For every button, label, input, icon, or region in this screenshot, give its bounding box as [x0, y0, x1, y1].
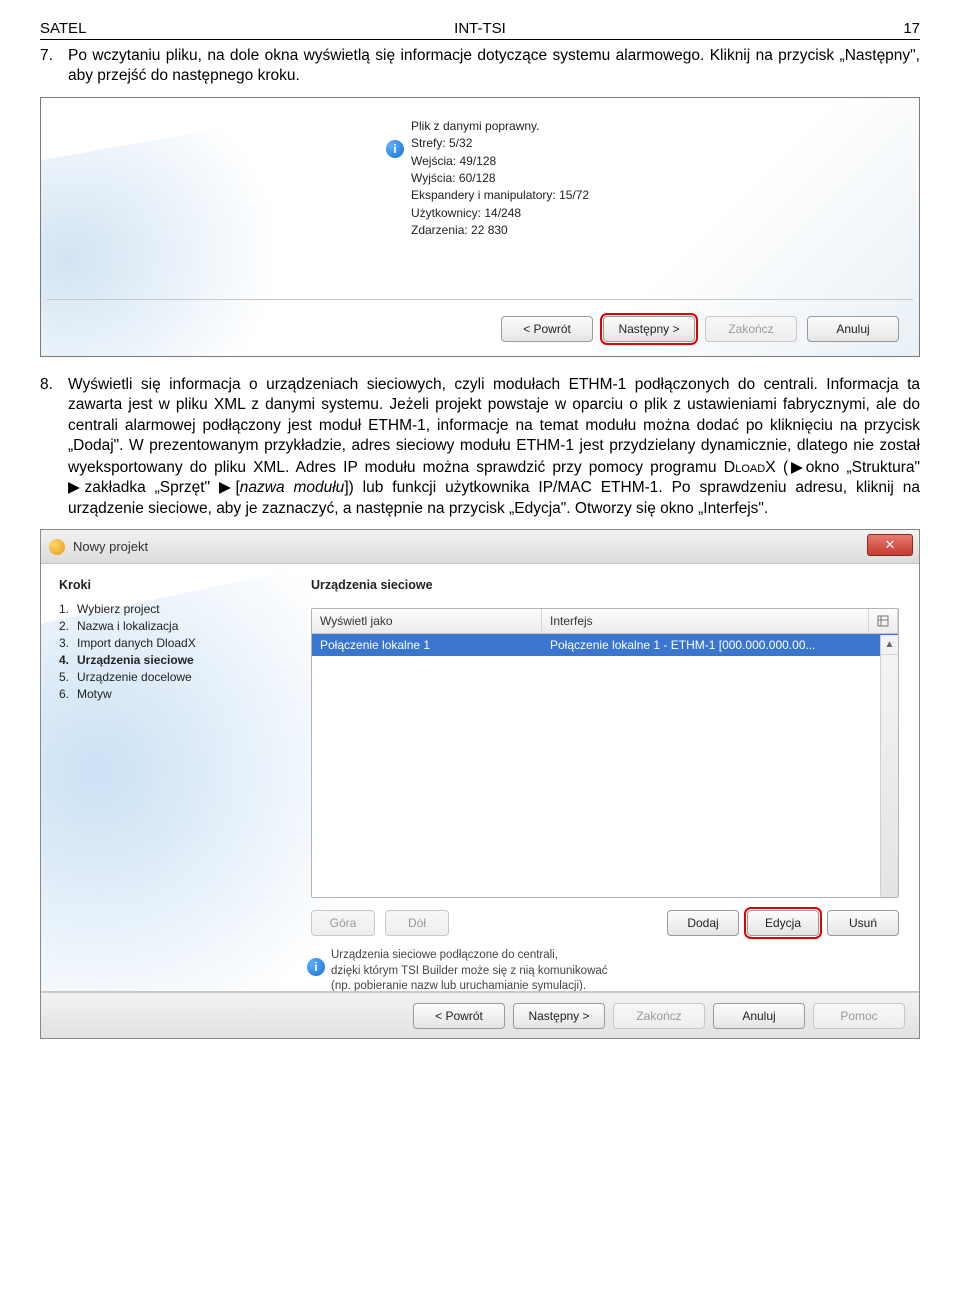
- next-button[interactable]: Następny >: [603, 316, 695, 342]
- cell-interface: Połączenie lokalne 1 - ETHM-1 [000.000.0…: [542, 634, 898, 656]
- list-number: 8.: [40, 375, 68, 519]
- column-interface[interactable]: Interfejs: [542, 609, 869, 633]
- grid-options-icon[interactable]: [869, 609, 898, 633]
- italic-placeholder: nazwa modułu: [240, 479, 345, 496]
- network-devices-grid: Wyświetl jako Interfejs Połączenie lokal…: [311, 608, 899, 898]
- info-line: Plik z danymi poprawny.: [411, 118, 589, 135]
- finish-button[interactable]: Zakończ: [613, 1003, 705, 1029]
- wizard-step[interactable]: 1.Wybierz project: [59, 602, 196, 616]
- back-button[interactable]: < Powrót: [413, 1003, 505, 1029]
- list-item-8: 8. Wyświetli się informacja o urządzenia…: [40, 375, 920, 519]
- list-text: Wyświetli się informacja o urządzeniach …: [68, 375, 920, 519]
- scrollbar[interactable]: ▲: [880, 635, 898, 897]
- add-button[interactable]: Dodaj: [667, 910, 739, 936]
- list-number: 7.: [40, 46, 68, 87]
- close-button[interactable]: ✕: [867, 534, 913, 556]
- up-button[interactable]: Góra: [311, 910, 375, 936]
- cancel-button[interactable]: Anuluj: [713, 1003, 805, 1029]
- list-item-7: 7. Po wczytaniu pliku, na dole okna wyśw…: [40, 46, 920, 87]
- list-text: Po wczytaniu pliku, na dole okna wyświet…: [68, 46, 920, 87]
- column-display-as[interactable]: Wyświetl jako: [312, 609, 542, 633]
- screenshot-new-project-wizard: Nowy projekt ✕ Kroki 1.Wybierz project 2…: [40, 529, 920, 1039]
- wizard-step[interactable]: 2.Nazwa i lokalizacja: [59, 619, 196, 633]
- window-title: Nowy projekt: [73, 539, 148, 554]
- back-button[interactable]: < Powrót: [501, 316, 593, 342]
- wizard-footer: < Powrót Następny > Zakończ Anuluj Pomoc: [41, 992, 919, 1038]
- wizard-step[interactable]: 5.Urządzenie docelowe: [59, 670, 196, 684]
- wizard-step[interactable]: 6.Motyw: [59, 687, 196, 701]
- dloadx-name: DloadX: [724, 459, 776, 476]
- info-line: Wejścia: 49/128: [411, 153, 589, 170]
- panel-title: Urządzenia sieciowe: [311, 578, 433, 592]
- separator: [47, 299, 913, 300]
- down-button[interactable]: Dół: [385, 910, 449, 936]
- gear-icon: [49, 539, 65, 555]
- header-center: INT-TSI: [40, 20, 920, 37]
- info-line: Wyjścia: 60/128: [411, 170, 589, 187]
- table-row[interactable]: Połączenie lokalne 1 Połączenie lokalne …: [312, 634, 898, 656]
- grid-header: Wyświetl jako Interfejs: [312, 609, 898, 634]
- wizard-steps: Kroki 1.Wybierz project 2.Nazwa i lokali…: [59, 578, 196, 704]
- cell-display: Połączenie lokalne 1: [312, 634, 542, 656]
- delete-button[interactable]: Usuń: [827, 910, 899, 936]
- hint-line: dzięki którym TSI Builder może się z nią…: [331, 964, 879, 980]
- scroll-up-icon[interactable]: ▲: [881, 635, 898, 655]
- wizard-button-row: < Powrót Następny > Zakończ Anuluj: [501, 316, 899, 342]
- help-button[interactable]: Pomoc: [813, 1003, 905, 1029]
- document-header: SATEL INT-TSI 17: [40, 20, 920, 40]
- info-icon: i: [386, 140, 404, 158]
- window-titlebar: Nowy projekt ✕: [41, 530, 919, 564]
- cancel-button[interactable]: Anuluj: [807, 316, 899, 342]
- wizard-step[interactable]: 3.Import danych DloadX: [59, 636, 196, 650]
- hint-line: (np. pobieranie nazw lub uruchamianie sy…: [331, 979, 879, 992]
- hint-line: Urządzenia sieciowe podłączone do centra…: [331, 948, 879, 964]
- screenshot-data-summary: i Plik z danymi poprawny. Strefy: 5/32 W…: [40, 97, 920, 357]
- info-line: Ekspandery i manipulatory: 15/72: [411, 187, 589, 204]
- info-line: Użytkownicy: 14/248: [411, 205, 589, 222]
- decorative-swoosh: [40, 111, 378, 357]
- steps-title: Kroki: [59, 578, 196, 592]
- info-icon: i: [307, 958, 325, 976]
- hint-text: Urządzenia sieciowe podłączone do centra…: [331, 948, 879, 992]
- file-info-block: Plik z danymi poprawny. Strefy: 5/32 Wej…: [411, 118, 589, 240]
- page-number: 17: [903, 20, 920, 37]
- info-line: Strefy: 5/32: [411, 135, 589, 152]
- next-button[interactable]: Następny >: [513, 1003, 605, 1029]
- header-left: SATEL: [40, 20, 86, 37]
- wizard-step-current[interactable]: 4.Urządzenia sieciowe: [59, 653, 196, 667]
- finish-button[interactable]: Zakończ: [705, 316, 797, 342]
- info-line: Zdarzenia: 22 830: [411, 222, 589, 239]
- edit-button[interactable]: Edycja: [747, 910, 819, 936]
